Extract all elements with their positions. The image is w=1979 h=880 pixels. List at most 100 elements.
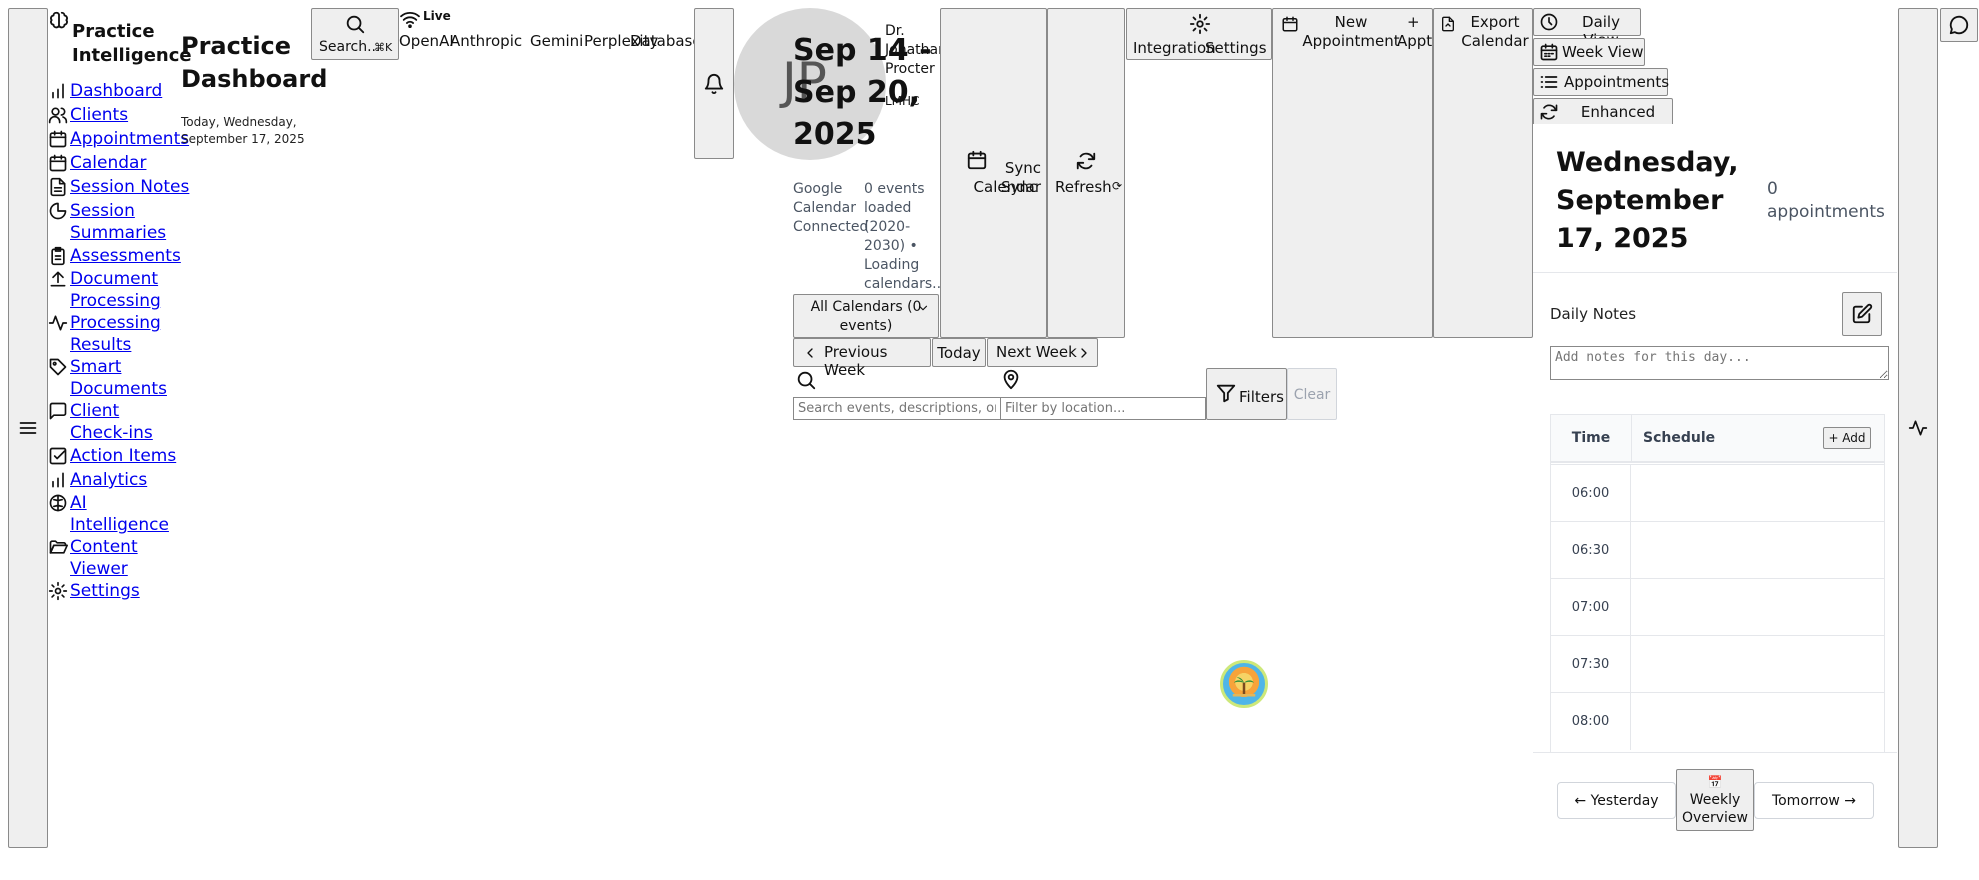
daily-view-button[interactable]: Daily View (1533, 8, 1641, 49)
add-appointment-button[interactable]: + Add (1823, 427, 1871, 449)
gear-icon (1189, 13, 1211, 35)
daily-notes-label: Daily Notes (1550, 305, 1637, 323)
sidebar-item-label[interactable]: Calendar (70, 152, 146, 174)
sidebar-item-assessments[interactable]: Assessments (48, 245, 181, 267)
week-view-button[interactable]: Week View (1533, 38, 1645, 66)
calendar-select[interactable]: All Calendars (0 events) (793, 294, 939, 338)
sidebar-item-label[interactable]: AI Intelligence (70, 492, 169, 536)
next-week-label: Next Week (996, 343, 1077, 361)
sidebar-item-label[interactable]: Dashboard (70, 80, 162, 102)
column-header-time: Time (1571, 430, 1611, 446)
search-label: Search... (319, 39, 381, 55)
export-calendar-button[interactable]: Export Calendar (1433, 8, 1533, 338)
menu-icon (19, 422, 37, 434)
yesterday-button[interactable]: ← Yesterday (1557, 782, 1676, 819)
sidebar-item-label[interactable]: Analytics (70, 469, 147, 491)
refresh-label: Refresh (1055, 178, 1112, 196)
tomorrow-button[interactable]: Tomorrow → (1754, 782, 1874, 819)
today-label: Today (937, 343, 981, 362)
table-row[interactable]: 06:00 (1551, 464, 1884, 522)
week-range: Sep 14 - Sep 20, 2025 (793, 33, 932, 152)
sidebar-item-label[interactable]: Action Items (70, 445, 176, 467)
weekly-overview-button[interactable]: 📅 Weekly Overview (1676, 769, 1754, 831)
schedule-header: Time Schedule + Add (1551, 415, 1884, 463)
sidebar-toggle-button[interactable] (8, 8, 48, 848)
enhanced-sync-button[interactable]: Enhanced Sync (1533, 98, 1673, 139)
table-row[interactable]: 07:00 (1551, 578, 1884, 636)
sidebar-item-session-notes[interactable]: Session Notes (48, 176, 189, 198)
sidebar-item-appointments[interactable]: Appointments (48, 128, 189, 150)
sidebar-item-label[interactable]: Session Summaries (70, 200, 168, 244)
sidebar-item-action-items[interactable]: Action Items (48, 445, 176, 467)
new-appointment-button[interactable]: New Appointment + Appt (1272, 8, 1433, 338)
today-button[interactable]: Today (932, 338, 986, 367)
sidebar-item-document-processing[interactable]: Document Processing (48, 268, 168, 312)
clear-filters-button[interactable]: Clear (1287, 368, 1337, 420)
message-square-icon (49, 402, 67, 420)
sync-calendar-button[interactable]: Sync Calendar Sync (940, 8, 1047, 338)
sidebar-item-ai-intelligence[interactable]: AI Intelligence (48, 492, 169, 536)
table-row[interactable]: 06:30 (1551, 521, 1884, 579)
activity-panel-toggle[interactable] (1898, 8, 1938, 848)
table-row[interactable]: 08:00 (1551, 692, 1884, 750)
search-button[interactable]: Search... ⌘K (311, 8, 399, 60)
weekly-overview-label: Weekly Overview (1682, 792, 1748, 826)
week-view-label: Week View (1562, 43, 1644, 61)
sidebar-item-label[interactable]: Processing Results (70, 312, 168, 356)
next-week-button[interactable]: Next Week (987, 338, 1098, 367)
integration-settings-button[interactable]: Integration Settings (1126, 8, 1272, 60)
day-detail-panel: Wednesday, September 17, 2025 0 appointm… (1533, 124, 1897, 848)
filter-icon (1216, 384, 1236, 403)
chat-button[interactable] (1940, 8, 1978, 42)
refresh-button[interactable]: Refresh ⟳ (1047, 8, 1125, 338)
message-circle-icon (1949, 15, 1969, 35)
table-row[interactable]: 07:30 (1551, 635, 1884, 693)
column-header-schedule: Schedule (1643, 430, 1716, 446)
bar-chart-icon (52, 83, 64, 99)
sidebar-item-label[interactable]: Settings (70, 580, 140, 602)
chevron-right-icon (1081, 348, 1087, 358)
sidebar-item-label[interactable]: Appointments (70, 128, 189, 150)
sidebar-item-dashboard[interactable]: Dashboard (48, 80, 162, 102)
event-search-input[interactable] (793, 397, 1001, 420)
sidebar-item-analytics[interactable]: Analytics (48, 469, 147, 491)
ai-service-openai: OpenAI (399, 32, 454, 50)
wifi-icon (400, 12, 420, 28)
users-icon (48, 107, 68, 124)
gear-icon (48, 581, 68, 601)
sidebar-item-label[interactable]: Content Viewer (70, 536, 168, 580)
sidebar-item-label[interactable]: Assessments (70, 245, 181, 267)
filters-button[interactable]: Filters (1206, 368, 1287, 420)
appointments-view-button[interactable]: Appointments (1533, 68, 1669, 96)
edit-notes-button[interactable] (1842, 292, 1882, 336)
sidebar-item-label[interactable]: Client Check-ins (70, 400, 176, 444)
map-pin-icon (1003, 369, 1019, 390)
sidebar-item-calendar[interactable]: Calendar (48, 152, 146, 174)
previous-week-button[interactable]: Previous Week (793, 338, 931, 379)
sidebar-item-settings[interactable]: Settings (48, 580, 140, 602)
sidebar-item-processing-results[interactable]: Processing Results (48, 312, 168, 356)
add-label: + Add (1828, 431, 1866, 445)
sidebar-item-session-summaries[interactable]: Session Summaries (48, 200, 168, 244)
assistant-avatar[interactable] (1220, 660, 1268, 708)
new-appt-short-label: Appt (1397, 32, 1433, 50)
sidebar-item-label[interactable]: Session Notes (70, 176, 189, 198)
daily-notes-input[interactable] (1550, 346, 1889, 380)
new-appointment-label: New Appointment (1302, 13, 1400, 50)
sidebar-item-label[interactable]: Document Processing (70, 268, 168, 312)
calendar-icon (49, 130, 67, 148)
sidebar-item-smart-documents[interactable]: Smart Documents (48, 356, 168, 400)
sidebar-item-label[interactable]: Smart Documents (70, 356, 168, 400)
notifications-button[interactable] (694, 8, 734, 159)
sidebar-item-label[interactable]: Clients (70, 104, 128, 126)
file-export-icon (1442, 16, 1454, 32)
upload-icon (50, 271, 66, 287)
clock-icon (1540, 13, 1558, 31)
file-text-icon (50, 177, 66, 197)
sidebar-item-client-check-ins[interactable]: Client Check-ins (48, 400, 178, 444)
ai-service-anthropic: Anthropic (450, 32, 523, 50)
sidebar-item-content-viewer[interactable]: Content Viewer (48, 536, 168, 580)
palm-tree-icon (1232, 677, 1256, 697)
sidebar-item-clients[interactable]: Clients (48, 104, 128, 126)
location-filter-input[interactable] (1000, 397, 1206, 420)
